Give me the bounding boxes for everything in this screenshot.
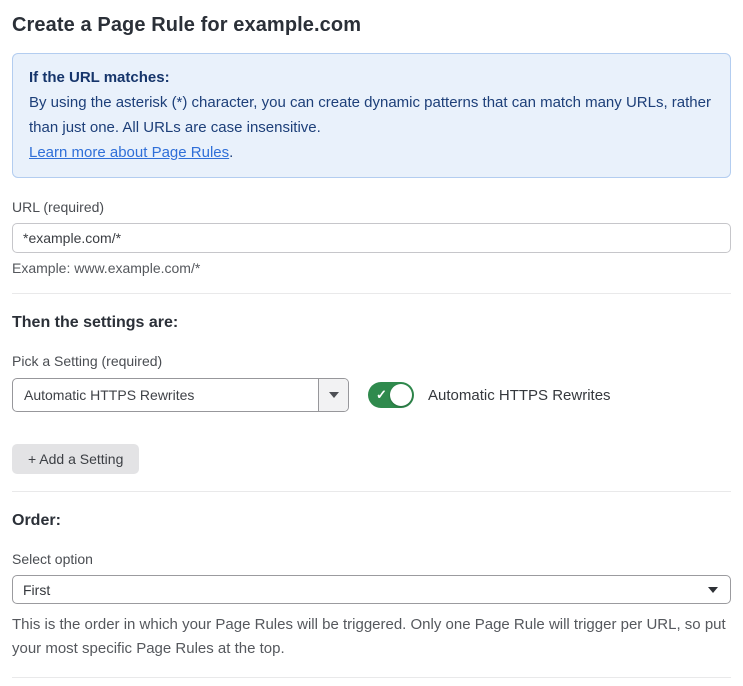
setting-picker-dropdown[interactable]: Automatic HTTPS Rewrites	[12, 378, 349, 412]
order-section-heading: Order:	[12, 512, 61, 529]
url-field-label: URL (required)	[12, 199, 105, 215]
settings-section-heading: Then the settings are:	[12, 314, 179, 331]
link-suffix: .	[229, 144, 234, 161]
info-box-heading: If the URL matches:	[29, 69, 170, 86]
info-box-body: By using the asterisk (*) character, you…	[29, 94, 711, 136]
order-select-dropdown[interactable]: First	[12, 575, 731, 604]
divider	[12, 293, 731, 294]
setting-picker-value: Automatic HTTPS Rewrites	[24, 387, 195, 403]
order-select-value: First	[23, 581, 51, 598]
chevron-down-icon	[708, 586, 718, 593]
setting-picker-label: Pick a Setting (required)	[12, 353, 163, 369]
url-field-hint: Example: www.example.com/*	[12, 260, 201, 276]
page-title: Create a Page Rule for example.com	[12, 14, 362, 36]
add-setting-button[interactable]: + Add a Setting	[12, 444, 140, 474]
setting-toggle-label: Automatic HTTPS Rewrites	[428, 386, 611, 404]
check-icon: ✓	[376, 387, 387, 403]
setting-picker-arrow-button[interactable]	[318, 379, 348, 411]
divider	[12, 491, 731, 492]
setting-toggle-wrap: ✓ Automatic HTTPS Rewrites	[368, 382, 611, 408]
url-match-info-box: If the URL matches: By using the asteris…	[12, 53, 731, 178]
order-select-label: Select option	[12, 551, 93, 567]
order-hint: This is the order in which your Page Rul…	[12, 616, 726, 657]
url-input[interactable]	[12, 223, 731, 253]
learn-more-link[interactable]: Learn more about Page Rules	[29, 144, 229, 161]
setting-toggle[interactable]: ✓	[368, 382, 414, 408]
create-page-rule-form: Create a Page Rule for example.com If th…	[0, 0, 743, 686]
chevron-down-icon	[328, 392, 339, 398]
info-box-link-line: Learn more about Page Rules.	[29, 140, 714, 165]
setting-row: Automatic HTTPS Rewrites ✓ Automatic HTT…	[12, 378, 731, 412]
divider	[12, 677, 731, 678]
toggle-knob	[390, 384, 412, 406]
